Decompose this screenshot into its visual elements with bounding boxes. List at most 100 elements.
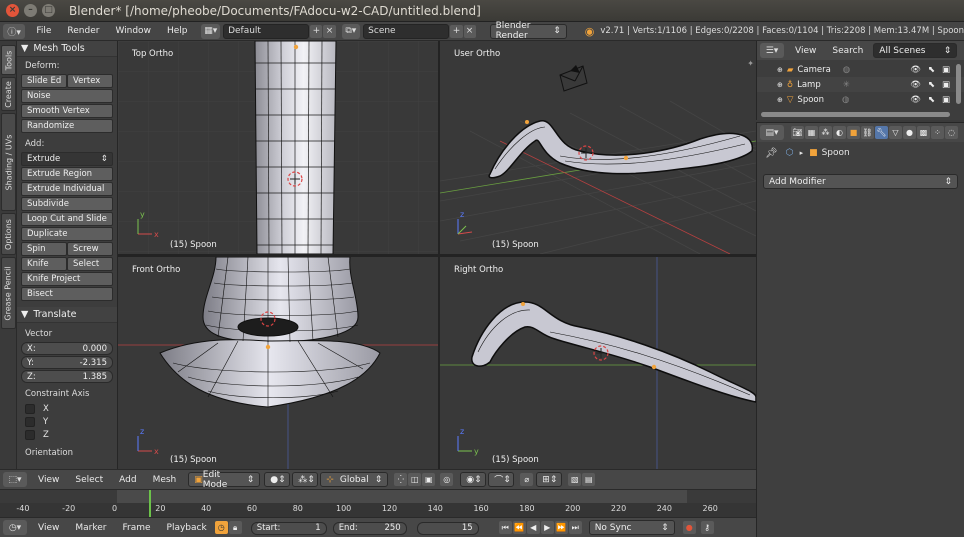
end-frame-field[interactable]: End: 250 <box>332 521 407 535</box>
object-tab-icon[interactable]: ■ <box>847 126 860 139</box>
editor-type-info-icon[interactable]: ⓘ▾ <box>3 23 26 39</box>
pin-icon[interactable]: 📌︎ <box>765 148 778 159</box>
play-icon[interactable]: ▶ <box>540 521 554 534</box>
viewport-divider-horizontal[interactable] <box>118 254 756 257</box>
data-tab-icon[interactable]: ▽ <box>889 126 902 139</box>
editor-type-3dview-icon[interactable]: ⬚▾ <box>3 472 27 487</box>
window-maximize-button[interactable]: □ <box>42 4 55 17</box>
vertex-select-icon[interactable]: ⁛ <box>394 473 408 486</box>
current-frame-field[interactable]: 15 <box>416 521 479 535</box>
constraint-z-checkbox[interactable]: Z <box>25 430 117 440</box>
falloff-dropdown[interactable]: ⌒ ⇕ <box>488 472 515 487</box>
viewport-shading-dropdown[interactable]: ● ⇕ <box>264 472 291 487</box>
spin-button[interactable]: Spin <box>21 242 67 256</box>
menu-view[interactable]: View <box>787 46 824 56</box>
viewport-corner-widget-icon[interactable]: ✦ <box>747 59 754 68</box>
viewport-right-ortho[interactable]: z y Right Ortho (15) Spoon <box>440 257 756 469</box>
visibility-eye-icon[interactable]: 👁︎ <box>910 65 921 75</box>
menu-window[interactable]: Window <box>107 26 159 36</box>
menu-playback[interactable]: Playback <box>159 523 215 533</box>
tab-tools[interactable]: Tools <box>1 45 16 75</box>
play-reverse-icon[interactable]: ◀ <box>526 521 540 534</box>
renderable-camera-icon[interactable]: ▣ <box>942 80 950 90</box>
render-layers-tab-icon[interactable]: ▦ <box>805 126 818 139</box>
screen-layout-field[interactable]: Default <box>223 23 310 39</box>
tab-grease-pencil[interactable]: Grease Pencil <box>1 257 16 329</box>
menu-select[interactable]: Select <box>67 475 111 485</box>
material-tab-icon[interactable]: ● <box>903 126 916 139</box>
snap-magnet-icon[interactable]: ⌀ <box>520 473 534 486</box>
subdivide-button[interactable]: Subdivide <box>21 197 113 211</box>
visibility-eye-icon[interactable]: 👁︎ <box>910 95 921 105</box>
loop-cut-slide-button[interactable]: Loop Cut and Slide <box>21 212 113 226</box>
editor-type-timeline-icon[interactable]: ◷▾ <box>3 520 27 535</box>
jump-end-icon[interactable]: ⏭ <box>568 521 582 534</box>
proportional-edit-dropdown[interactable]: ◉ ⇕ <box>460 472 487 487</box>
knife-select-button[interactable]: Select <box>67 257 113 271</box>
window-minimize-button[interactable]: – <box>24 4 37 17</box>
render-engine-dropdown[interactable]: Blender Render ⇕ <box>489 21 567 41</box>
extrude-region-button[interactable]: Extrude Region <box>21 167 113 181</box>
menu-view[interactable]: View <box>30 475 67 485</box>
pivot-point-dropdown[interactable]: ⁂ ⇕ <box>292 472 319 487</box>
prev-keyframe-icon[interactable]: ⏪ <box>512 521 526 534</box>
constraint-y-checkbox[interactable]: Y <box>25 417 117 427</box>
outliner-item-lamp[interactable]: ⊕ ♁ Lamp ✳ 👁︎ ⬉ ▣ <box>757 77 964 92</box>
menu-file[interactable]: File <box>28 26 59 36</box>
translate-panel-header[interactable]: ▼ Translate <box>17 307 117 323</box>
texture-tab-icon[interactable]: ▩ <box>917 126 930 139</box>
vector-z-field[interactable]: Z: 1.385 <box>21 370 113 383</box>
extrude-individual-button[interactable]: Extrude Individual <box>21 182 113 196</box>
tab-shading-uvs[interactable]: Shading / UVs <box>1 113 16 211</box>
limit-selection-icon[interactable]: ◎ <box>440 473 454 486</box>
knife-button[interactable]: Knife <box>21 257 67 271</box>
modifiers-tab-icon[interactable]: 🔧︎ <box>875 126 888 139</box>
viewport-top-ortho[interactable]: y x Top Ortho (15) Spoon <box>118 41 438 254</box>
add-screen-button[interactable]: + <box>310 24 323 38</box>
outliner-vscrollbar[interactable] <box>956 64 961 104</box>
timeline-ruler[interactable] <box>0 490 756 518</box>
timeline-playhead[interactable] <box>148 490 151 518</box>
render-tab-icon[interactable]: 📷︎ <box>791 126 804 139</box>
add-scene-button[interactable]: + <box>450 24 463 38</box>
scene-field[interactable]: Scene <box>363 23 450 39</box>
tab-create[interactable]: Create <box>1 77 16 111</box>
expand-icon[interactable]: ⊕ <box>777 96 783 104</box>
next-keyframe-icon[interactable]: ⏩ <box>554 521 568 534</box>
auto-keying-record-icon[interactable]: ● <box>682 521 696 534</box>
mesh-tools-panel-header[interactable]: ▼ Mesh Tools <box>17 41 117 57</box>
screen-layout-icon[interactable]: ▦▾ <box>201 23 221 39</box>
menu-mesh[interactable]: Mesh <box>145 475 185 485</box>
particles-tab-icon[interactable]: ⁘ <box>931 126 944 139</box>
constraints-tab-icon[interactable]: ⛓ <box>861 126 874 139</box>
menu-frame[interactable]: Frame <box>114 523 158 533</box>
menu-render[interactable]: Render <box>59 26 107 36</box>
physics-tab-icon[interactable]: ◌ <box>945 126 958 139</box>
add-modifier-dropdown[interactable]: Add Modifier ⇕ <box>763 174 958 189</box>
slide-vertex-button[interactable]: Vertex <box>67 74 113 88</box>
outliner-scrollbar[interactable] <box>761 112 950 117</box>
keying-set-icon[interactable]: ⚷ <box>700 521 714 534</box>
menu-search[interactable]: Search <box>824 46 871 56</box>
editor-type-properties-icon[interactable]: ▤▾ <box>760 125 784 140</box>
viewport-front-ortho[interactable]: z x Front Ortho (15) Spoon <box>118 257 438 469</box>
menu-help[interactable]: Help <box>159 26 196 36</box>
world-tab-icon[interactable]: ◐ <box>833 126 846 139</box>
bisect-button[interactable]: Bisect <box>21 287 113 301</box>
tab-options[interactable]: Options <box>1 213 16 255</box>
lock-time-icon[interactable]: 🔒︎ <box>228 521 242 534</box>
vector-x-field[interactable]: X: 0.000 <box>21 342 113 355</box>
render-opengl-icon[interactable]: ▧ <box>568 473 582 486</box>
renderable-camera-icon[interactable]: ▣ <box>942 65 950 75</box>
smooth-vertex-button[interactable]: Smooth Vertex <box>21 104 113 118</box>
randomize-button[interactable]: Randomize <box>21 119 113 133</box>
screw-button[interactable]: Screw <box>67 242 113 256</box>
snap-element-dropdown[interactable]: ⊞ ⇕ <box>536 472 563 487</box>
duplicate-button[interactable]: Duplicate <box>21 227 113 241</box>
sync-mode-dropdown[interactable]: No Sync ⇕ <box>588 520 675 535</box>
viewport-user-ortho[interactable]: z User Ortho (15) Spoon ✦ <box>440 41 756 254</box>
selectable-cursor-icon[interactable]: ⬉ <box>928 95 935 105</box>
visibility-eye-icon[interactable]: 👁︎ <box>910 80 921 90</box>
start-frame-field[interactable]: Start: 1 <box>250 521 327 535</box>
menu-add[interactable]: Add <box>111 475 144 485</box>
